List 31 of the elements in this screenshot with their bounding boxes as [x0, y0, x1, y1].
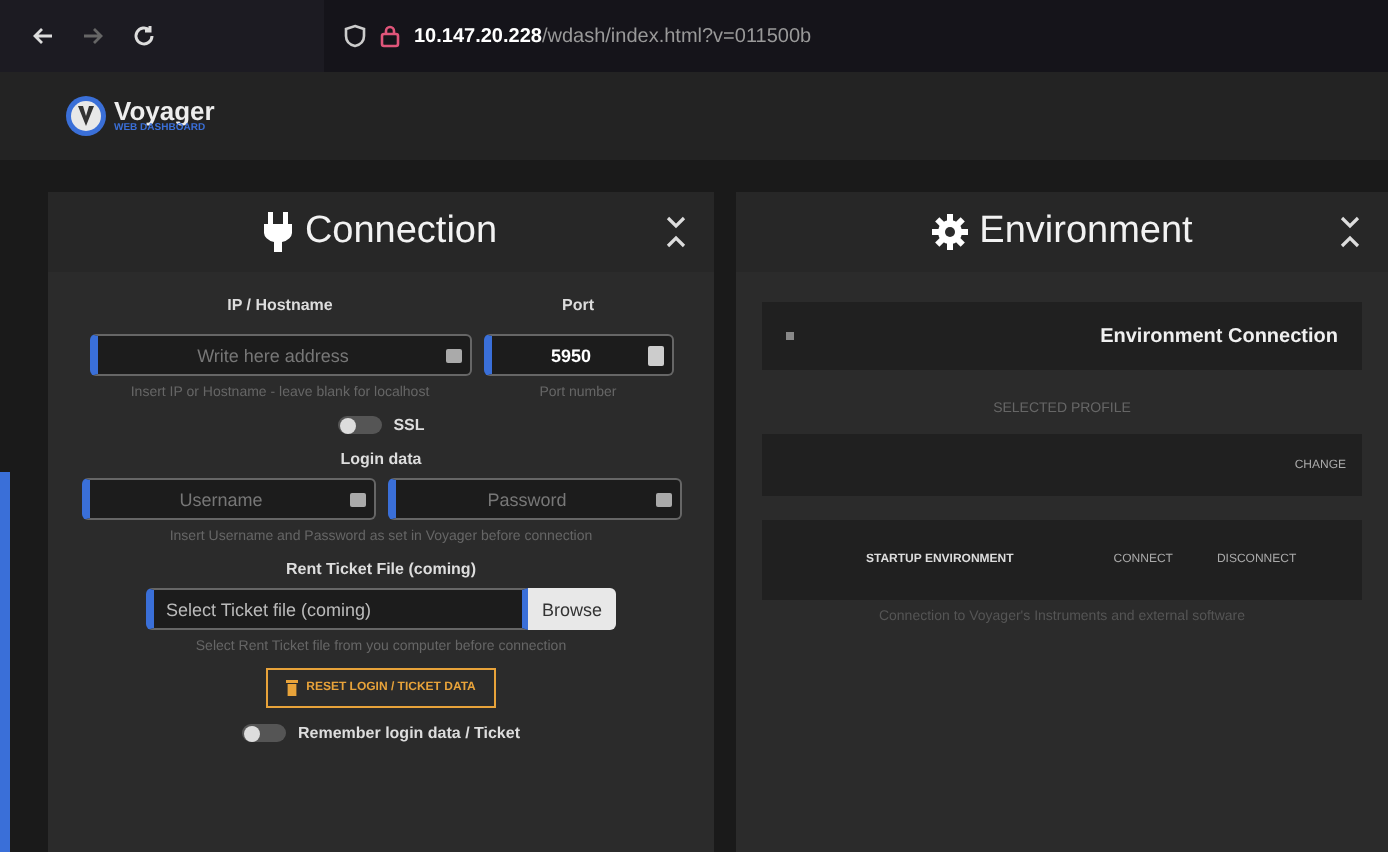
forward-icon[interactable] — [82, 26, 104, 46]
toggle-label: Remember login data / Ticket — [298, 724, 520, 742]
url-text[interactable]: 10.147.20.228/wdash/index.html?v=011500b — [414, 25, 812, 47]
app-name: Voyager — [114, 98, 215, 124]
collapse-icon[interactable] — [666, 216, 686, 248]
panel-title: Environment — [979, 210, 1193, 254]
username-field[interactable]: Username — [81, 478, 375, 520]
gear-icon — [931, 214, 968, 250]
ssl-toggle[interactable] — [337, 416, 382, 434]
shield-icon — [344, 24, 366, 48]
card-title: Environment Connection — [1100, 325, 1338, 347]
logo-icon — [64, 94, 108, 138]
reload-icon[interactable] — [132, 24, 156, 48]
lock-icon — [380, 24, 400, 48]
password-field[interactable]: Password — [387, 478, 681, 520]
port-field[interactable]: 5950 — [483, 334, 673, 376]
section-label: Rent Ticket File (coming) — [286, 560, 476, 578]
remember-toggle[interactable] — [242, 724, 286, 742]
trash-icon — [286, 680, 299, 696]
collapse-icon[interactable] — [1340, 216, 1360, 248]
back-icon[interactable] — [32, 26, 54, 46]
section-label: Login data — [340, 450, 422, 468]
status-indicator-icon — [786, 332, 794, 340]
field-label: Port — [562, 296, 594, 314]
plug-icon — [264, 212, 293, 252]
panel-title: Connection — [304, 210, 498, 254]
toggle-label: SSL — [393, 416, 425, 434]
field-label: IP / Hostname — [227, 296, 333, 314]
ticket-file-field[interactable]: Select Ticket file (coming) — [145, 588, 528, 630]
host-field[interactable]: Write here address — [89, 334, 471, 376]
browse-button[interactable]: Browse — [527, 588, 616, 630]
